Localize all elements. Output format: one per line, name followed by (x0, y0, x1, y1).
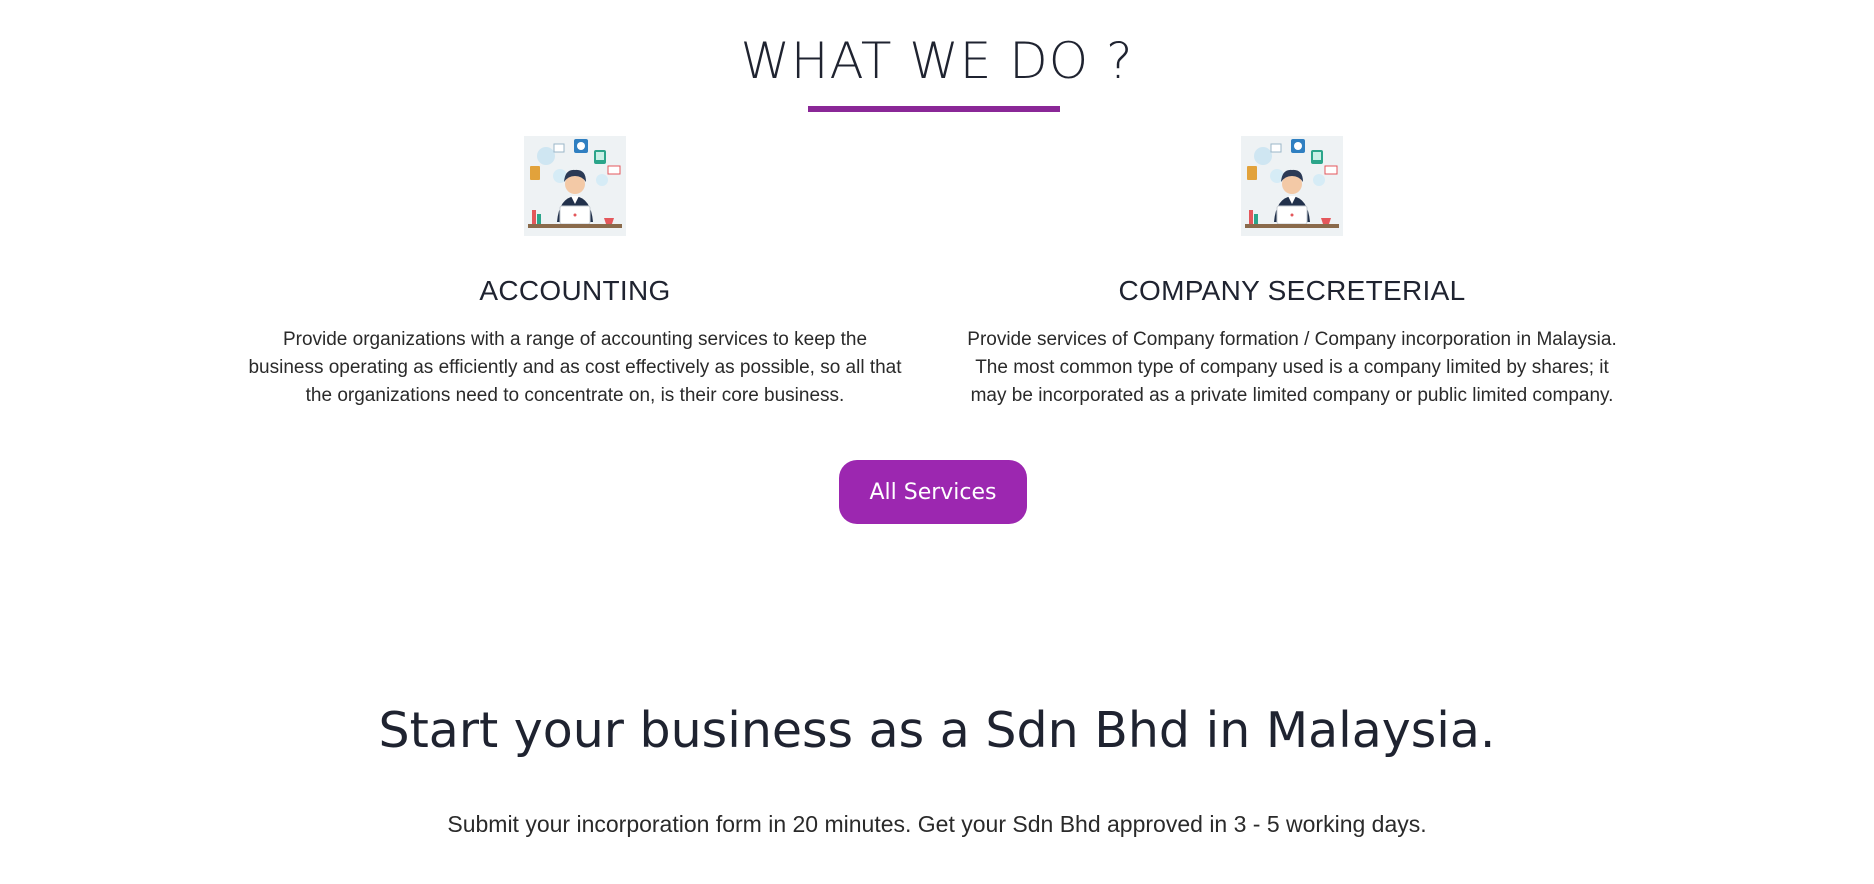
section-title: WHAT WE DO ? (740, 32, 1134, 90)
service-heading: COMPANY SECRETERIAL (1118, 275, 1466, 306)
person-with-laptop-icon (1241, 136, 1343, 236)
service-heading: ACCOUNTING (479, 275, 671, 306)
service-card-accounting: ACCOUNTING Provide organizations with a … (235, 136, 915, 410)
cta-heading: Start your business as a Sdn Bhd in Mala… (378, 702, 1496, 759)
title-underline (808, 106, 1060, 112)
service-card-company-secretarial: COMPANY SECRETERIAL Provide services of … (952, 136, 1632, 410)
service-description: Provide organizations with a range of ac… (248, 329, 902, 406)
all-services-button[interactable]: All Services (839, 460, 1027, 524)
cta-subtext: Submit your incorporation form in 20 min… (447, 811, 1427, 837)
person-with-laptop-icon (524, 136, 626, 236)
service-description: Provide services of Company formation / … (967, 329, 1617, 406)
